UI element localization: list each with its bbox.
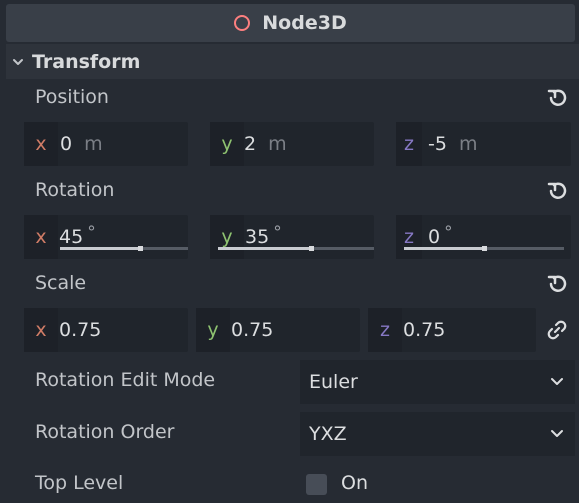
rotation-x-value: 45 bbox=[59, 226, 84, 248]
scale-reset-icon[interactable] bbox=[545, 272, 569, 296]
rotation-edit-mode-label: Rotation Edit Mode bbox=[35, 369, 216, 391]
rotation-x-unit: ° bbox=[87, 223, 96, 243]
rotation-edit-mode-dropdown[interactable]: Euler bbox=[300, 360, 575, 404]
link-icon[interactable] bbox=[545, 318, 569, 342]
scale-y-field[interactable]: y 0.75 bbox=[196, 308, 360, 352]
rotation-z-field[interactable]: z 0 ° bbox=[396, 215, 571, 259]
rotation-y-unit: ° bbox=[273, 223, 282, 243]
slider-knob[interactable] bbox=[309, 246, 314, 251]
position-z-value: -5 bbox=[428, 133, 447, 155]
top-level-checkbox[interactable] bbox=[306, 474, 327, 495]
scale-x-value: 0.75 bbox=[59, 319, 102, 341]
rotation-z-value: 0 bbox=[428, 226, 441, 248]
scale-z-value: 0.75 bbox=[403, 319, 446, 341]
axis-z-label: z bbox=[368, 308, 402, 352]
section-title: Transform bbox=[32, 50, 141, 73]
rotation-order-value: YXZ bbox=[309, 423, 347, 445]
axis-x-label: x bbox=[24, 122, 58, 166]
rotation-y-field[interactable]: y 35 ° bbox=[210, 215, 374, 259]
top-level-label: Top Level bbox=[35, 472, 124, 494]
slider-fill bbox=[218, 247, 311, 250]
slider-knob[interactable] bbox=[482, 246, 487, 251]
position-y-value: 2 bbox=[244, 133, 257, 155]
position-y-field[interactable]: y 2 m bbox=[210, 122, 374, 166]
position-y-unit: m bbox=[268, 133, 287, 155]
rotation-x-slider[interactable] bbox=[60, 246, 188, 251]
node-type-title: Node3D bbox=[262, 12, 347, 34]
position-z-unit: m bbox=[458, 133, 478, 155]
slider-fill bbox=[60, 247, 140, 250]
rotation-label: Rotation bbox=[35, 179, 115, 201]
rotation-order-label: Rotation Order bbox=[35, 421, 175, 443]
axis-x-label: x bbox=[24, 308, 58, 352]
rotation-z-slider[interactable] bbox=[404, 246, 564, 251]
position-z-field[interactable]: z -5 m bbox=[396, 122, 571, 166]
rotation-order-dropdown[interactable]: YXZ bbox=[300, 412, 575, 456]
rotation-z-unit: ° bbox=[444, 223, 453, 243]
axis-z-label: z bbox=[396, 215, 422, 259]
chevron-down-icon bbox=[549, 374, 565, 390]
transform-section-header[interactable]: Transform bbox=[6, 44, 579, 79]
axis-y-label: y bbox=[210, 215, 244, 259]
slider-fill bbox=[404, 247, 484, 250]
axis-y-label: y bbox=[210, 122, 244, 166]
axis-y-label: y bbox=[196, 308, 230, 352]
position-x-unit: m bbox=[84, 133, 103, 155]
rotation-x-field[interactable]: x 45 ° bbox=[24, 215, 188, 259]
position-x-field[interactable]: x 0 m bbox=[24, 122, 188, 166]
position-reset-icon[interactable] bbox=[545, 86, 569, 110]
position-x-value: 0 bbox=[60, 133, 73, 155]
chevron-down-icon bbox=[12, 56, 24, 68]
inspector-header[interactable]: Node3D bbox=[6, 4, 575, 42]
rotation-y-value: 35 bbox=[245, 226, 270, 248]
scale-x-field[interactable]: x 0.75 bbox=[24, 308, 188, 352]
rotation-reset-icon[interactable] bbox=[545, 179, 569, 203]
axis-z-label: z bbox=[396, 122, 422, 166]
rotation-edit-mode-value: Euler bbox=[309, 371, 358, 393]
slider-knob[interactable] bbox=[138, 246, 143, 251]
chevron-down-icon bbox=[549, 426, 565, 442]
position-label: Position bbox=[35, 86, 109, 108]
rotation-y-slider[interactable] bbox=[218, 246, 374, 251]
top-level-checkbox-label[interactable]: On bbox=[341, 472, 368, 494]
scale-label: Scale bbox=[35, 272, 87, 294]
axis-x-label: x bbox=[24, 215, 58, 259]
circle-outline-icon bbox=[234, 15, 251, 31]
scale-z-field[interactable]: z 0.75 bbox=[368, 308, 536, 352]
scale-y-value: 0.75 bbox=[231, 319, 274, 341]
